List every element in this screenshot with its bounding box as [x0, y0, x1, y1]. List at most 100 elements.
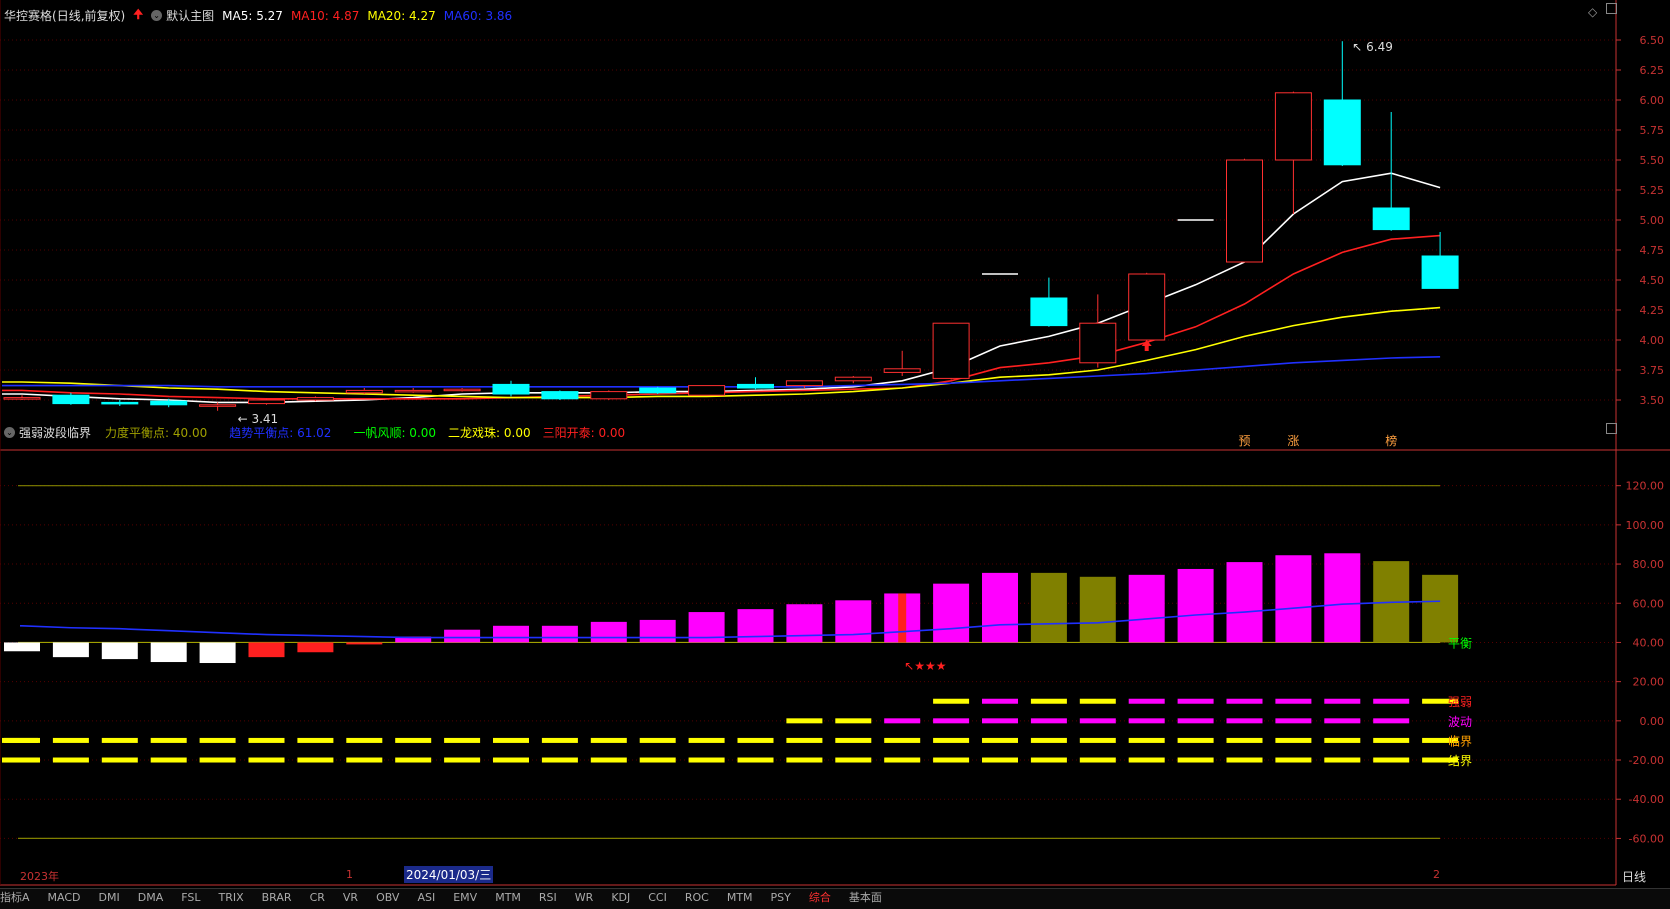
indicator-value: 力度平衡点: 40.00 — [105, 426, 208, 440]
indicator-tab[interactable]: WR — [575, 891, 594, 904]
dash-level-wave — [1030, 718, 1067, 724]
indicator-tab[interactable]: DMI — [99, 891, 120, 904]
indicator-bar — [835, 600, 872, 643]
ma-line-ma20 — [2, 306, 1441, 399]
dash-level-critical — [1226, 737, 1263, 743]
signal-bar — [898, 593, 907, 643]
y-tick-label: 4.75 — [1640, 244, 1665, 257]
dash-level-strong — [1373, 698, 1410, 704]
dash-level-wave — [1275, 718, 1312, 724]
indicator-tab[interactable]: TRIX — [218, 891, 243, 904]
dash-level-wave — [1079, 718, 1116, 724]
indicator-bar — [493, 625, 529, 643]
candle-body — [199, 404, 237, 407]
indicator-bar — [541, 625, 578, 643]
period-label: (日线,前复权) — [52, 9, 126, 23]
indicator-bar — [1128, 574, 1165, 643]
indicator-bar — [346, 642, 383, 645]
dash-level-critical — [101, 737, 138, 743]
indicator-tab[interactable]: PSY — [771, 891, 791, 904]
candle-body — [296, 397, 334, 401]
dash-level-critical — [590, 737, 627, 743]
dash-level-critical — [933, 737, 970, 743]
dash-level-boundary — [1177, 757, 1214, 763]
indicator-tab[interactable]: DMA — [138, 891, 164, 904]
ma5-value: MA5: 5.27 — [222, 8, 283, 23]
dash-level-critical — [1128, 737, 1165, 743]
candle-body — [1030, 297, 1068, 327]
dash-level-critical — [835, 737, 872, 743]
candle-body — [834, 376, 872, 382]
dash-level-boundary — [1030, 757, 1067, 763]
dash-level-boundary — [786, 757, 823, 763]
dash-level-strong — [982, 698, 1018, 704]
indicator-tab[interactable]: 指标A — [0, 891, 30, 904]
indicator-tab[interactable]: 综合 — [809, 891, 831, 904]
dash-level-boundary — [541, 757, 578, 763]
indicator-bar — [150, 642, 187, 663]
candle-body — [785, 380, 823, 387]
y-tick-label: 100.00 — [1626, 519, 1665, 532]
candle-body — [1372, 207, 1410, 231]
indicator-tab[interactable]: CR — [310, 891, 325, 904]
indicator-bar — [786, 604, 823, 643]
dash-level-critical — [395, 737, 432, 743]
dash-level-boundary — [248, 757, 285, 763]
indicator-box-icon[interactable] — [1606, 423, 1617, 434]
dash-level-strong — [1226, 698, 1263, 704]
indicator-value: 二龙戏珠: 0.00 — [448, 426, 531, 440]
dash-level-boundary — [1226, 757, 1263, 763]
dash-level-boundary — [639, 757, 676, 763]
dash-level-wave — [1226, 718, 1263, 724]
indicator-tab[interactable]: MACD — [48, 891, 81, 904]
dash-level-critical — [688, 737, 725, 743]
indicator-bar — [199, 642, 236, 664]
dash-level-wave — [1373, 718, 1410, 724]
ma20-value: MA20: 4.27 — [367, 8, 436, 23]
dash-level-wave — [1177, 718, 1214, 724]
indicator-value: 三阳开泰: 0.00 — [542, 426, 626, 440]
dash-level-critical — [248, 737, 285, 743]
dash-level-critical — [737, 737, 774, 743]
indicator-tab[interactable]: VR — [343, 891, 358, 904]
indicator-tab[interactable]: MTM — [495, 891, 521, 904]
period-button[interactable]: 日线 — [1622, 868, 1646, 885]
candle-body — [1421, 255, 1459, 289]
candle-body — [1226, 159, 1263, 263]
y-tick-label: 5.50 — [1640, 154, 1665, 167]
dash-level-wave — [933, 718, 970, 724]
indicator-tab[interactable]: MTM — [727, 891, 753, 904]
candle-body — [394, 389, 432, 393]
dash-level-strong — [1128, 698, 1165, 704]
indicator-tab[interactable]: BRAR — [262, 891, 292, 904]
dash-level-boundary — [395, 757, 432, 763]
y-tick-label: 5.75 — [1640, 124, 1665, 137]
indicator-tab[interactable]: CCI — [648, 891, 667, 904]
dash-level-strong — [1324, 698, 1361, 704]
indicator-tab[interactable]: KDJ — [611, 891, 630, 904]
dash-level-boundary — [150, 757, 187, 763]
indicator-tab[interactable]: RSI — [539, 891, 557, 904]
indicator-tab[interactable]: EMV — [453, 891, 477, 904]
indicator-tab[interactable]: ROC — [685, 891, 709, 904]
dash-level-boundary — [933, 757, 970, 763]
dash-level-boundary — [101, 757, 138, 763]
indicator-tab[interactable]: 基本面 — [849, 891, 882, 904]
dash-level-wave — [1128, 718, 1165, 724]
dash-level-critical — [52, 737, 89, 743]
ma-line-ma60 — [2, 356, 1441, 388]
indicator-tab[interactable]: OBV — [376, 891, 399, 904]
candle-body — [590, 391, 628, 400]
indicator-tab[interactable]: ASI — [417, 891, 435, 904]
dash-level-boundary — [297, 757, 334, 763]
indicator-tab[interactable]: FSL — [181, 891, 200, 904]
month-mark: 2 — [1433, 868, 1440, 881]
y-tick-label: 5.25 — [1640, 184, 1665, 197]
month-mark: 1 — [346, 868, 353, 881]
main-chart-toggle[interactable]: ⌄ 默认主图 — [151, 7, 214, 24]
window-box-icon[interactable] — [1606, 3, 1617, 14]
indicator-toggle[interactable]: ⌄ 强弱波段临界 — [4, 424, 91, 441]
indicator-bar — [1030, 572, 1067, 643]
diamond-icon[interactable]: ◇ — [1588, 5, 1597, 19]
candle-body — [150, 400, 188, 406]
